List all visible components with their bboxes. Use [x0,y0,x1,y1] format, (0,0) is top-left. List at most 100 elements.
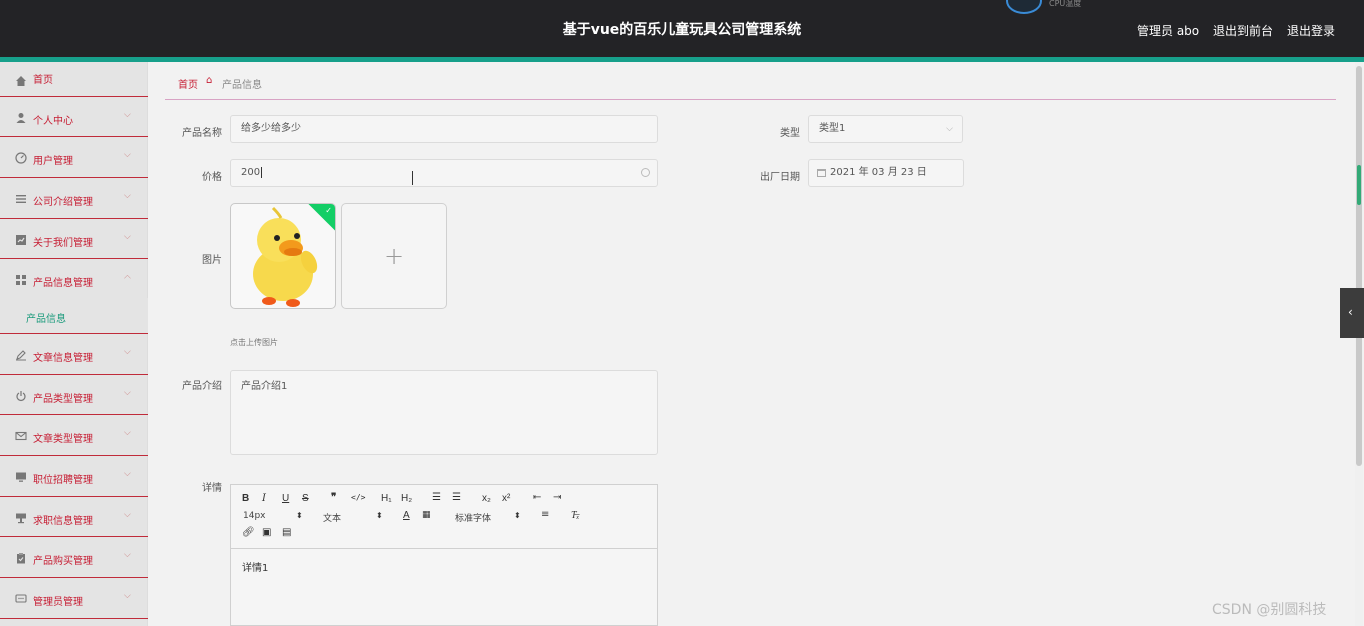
sidebar-item-job-seeking[interactable]: 求职信息管理 ⌵ [0,497,148,537]
duck-toy-image [253,206,318,307]
bullet-list-icon[interactable]: ☰ [452,492,461,503]
sidebar-item-article-type[interactable]: 文章类型管理 ⌵ [0,415,148,456]
sidebar-subitem-product-info[interactable]: 产品信息 [0,298,148,334]
updown-icon: ⬍ [514,511,521,520]
price-value: 200 [241,167,261,178]
strikethrough-icon[interactable]: S [302,493,309,504]
chart-icon [15,234,27,246]
underline-icon[interactable]: U [282,493,289,504]
user-icon [15,112,27,124]
date-picker[interactable]: 2021 年 03 月 23 日 [808,159,964,187]
breadcrumb: 首页 ⌂ 产品信息 [165,62,1336,100]
clear-icon[interactable] [641,168,650,177]
sidebar-item-job-recruit[interactable]: 职位招聘管理 ⌵ [0,456,148,497]
video-icon[interactable]: ▤ [282,527,291,538]
collapse-panel-button[interactable]: ‹ [1340,288,1364,338]
pen-icon [15,349,27,361]
uploaded-image-thumbnail[interactable]: ✓ [230,203,336,309]
admin-label: 管理员 abo [1137,24,1200,38]
upload-hint: 点击上传图片 [230,338,278,347]
chevron-down-icon: ⌵ [124,347,131,357]
check-icon: ✓ [325,206,332,215]
grid-icon [15,274,27,286]
chevron-left-icon: ‹ [1348,305,1353,319]
date-label: 出厂日期 [760,172,800,183]
price-label: 价格 [202,172,222,183]
clear-format-icon[interactable]: T̶ₓ [571,510,579,521]
cpu-label: CPU温度 [1049,0,1082,8]
background-color-icon[interactable]: ▦ [422,510,431,520]
editor-content[interactable]: 详情1 [242,559,268,574]
sidebar-item-company-intro[interactable]: 公司介绍管理 ⌵ [0,178,148,219]
align-icon[interactable]: ≡ [541,509,549,520]
intro-textarea[interactable]: 产品介绍1 [230,370,658,455]
type-label: 类型 [780,128,800,139]
chevron-up-icon: ⌵ [124,272,131,282]
sidebar-item-article-info[interactable]: 文章信息管理 ⌵ [0,334,148,375]
font-color-icon[interactable]: A [403,510,410,521]
sidebar-item-home[interactable]: 首页 [0,62,148,97]
home-icon [15,75,27,87]
image-label: 图片 [202,255,222,266]
code-block-icon[interactable]: </> [351,493,365,502]
font-size-value: 14px [243,511,266,521]
image-icon[interactable]: ▣ [262,527,271,538]
detail-label: 详情 [202,483,222,494]
chevron-down-icon: ⌵ [124,510,131,520]
header2-icon[interactable]: H₂ [401,493,412,504]
rich-text-editor: B I U S ❞ </> H₁ H₂ ☰ ☰ x₂ x² ⇤ ⇥ 14px ⬍ … [230,484,658,626]
sidebar-item-product-type[interactable]: 产品类型管理 ⌵ [0,375,148,415]
link-icon[interactable]: 🔗︎ [242,527,255,538]
type-select-value: 类型1 [819,123,846,134]
scrollbar-thumb[interactable] [1356,66,1362,466]
plus-icon: + [383,242,405,270]
chevron-down-icon: ⌵ [124,110,131,120]
home-icon: ⌂ [206,75,213,86]
stand-icon [15,512,27,524]
product-name-label: 产品名称 [182,128,222,139]
back-to-frontend-link[interactable]: 退出到前台 [1213,22,1273,39]
product-name-input[interactable]: 给多少给多少 [230,115,658,143]
sidebar-item-about-us[interactable]: 关于我们管理 ⌵ [0,219,148,259]
dashboard-icon [15,152,27,164]
chevron-down-icon: ⌵ [124,428,131,438]
superscript-icon[interactable]: x² [502,493,510,504]
upload-image-button[interactable]: + [341,203,447,309]
editor-toolbar: B I U S ❞ </> H₁ H₂ ☰ ☰ x₂ x² ⇤ ⇥ 14px ⬍ … [231,485,657,549]
price-input[interactable]: 200 [230,159,658,187]
chevron-down-icon: ⌵ [124,469,131,479]
sidebar-item-product-purchase[interactable]: 产品购买管理 ⌵ [0,537,148,578]
logout-link[interactable]: 退出登录 [1287,22,1335,39]
bold-icon[interactable]: B [242,493,249,504]
subscript-icon[interactable]: x₂ [482,493,491,504]
header1-icon[interactable]: H₁ [381,493,392,504]
italic-icon[interactable]: I [262,493,266,504]
sidebar-item-admin-mgmt[interactable]: 管理员管理 ⌵ [0,578,148,619]
sidebar-item-product-mgmt[interactable]: 产品信息管理 ⌵ [0,259,148,298]
indent-icon[interactable]: ⇥ [553,492,561,503]
message-icon [15,593,27,605]
type-select[interactable]: 类型1 ⌵ [808,115,963,143]
chevron-down-icon: ⌵ [124,550,131,560]
outdent-icon[interactable]: ⇤ [533,492,541,503]
breadcrumb-home-link[interactable]: 首页 [178,76,198,91]
chevron-down-icon: ⌵ [124,591,131,601]
font-size-select[interactable]: 14px ⬍ [243,511,303,521]
text-cursor-icon [412,171,418,185]
intro-label: 产品介绍 [182,381,222,392]
mail-icon [15,430,27,442]
font-family-select[interactable]: 标准字体 ⬍ [455,511,523,524]
top-header: 基于vue的百乐儿童玩具公司管理系统 CPU温度 管理员 abo 退出到前台 退… [0,0,1364,57]
sidebar: 首页 个人中心 ⌵ 用户管理 ⌵ 公司介绍管理 ⌵ 关于我们管理 ⌵ 产品信息管… [0,62,148,626]
blockquote-icon[interactable]: ❞ [331,492,336,503]
format-select[interactable]: 文本 ⬍ [323,511,383,524]
scroll-indicator [1357,165,1361,205]
sidebar-item-user-mgmt[interactable]: 用户管理 ⌵ [0,137,148,178]
sidebar-item-profile[interactable]: 个人中心 ⌵ [0,97,148,137]
calendar-icon [817,169,826,177]
font-family-value: 标准字体 [455,514,492,524]
breadcrumb-current: 产品信息 [222,80,262,91]
ordered-list-icon[interactable]: ☰ [432,492,441,503]
watermark: CSDN @别圆科技 [1212,602,1327,618]
format-value: 文本 [323,514,342,524]
